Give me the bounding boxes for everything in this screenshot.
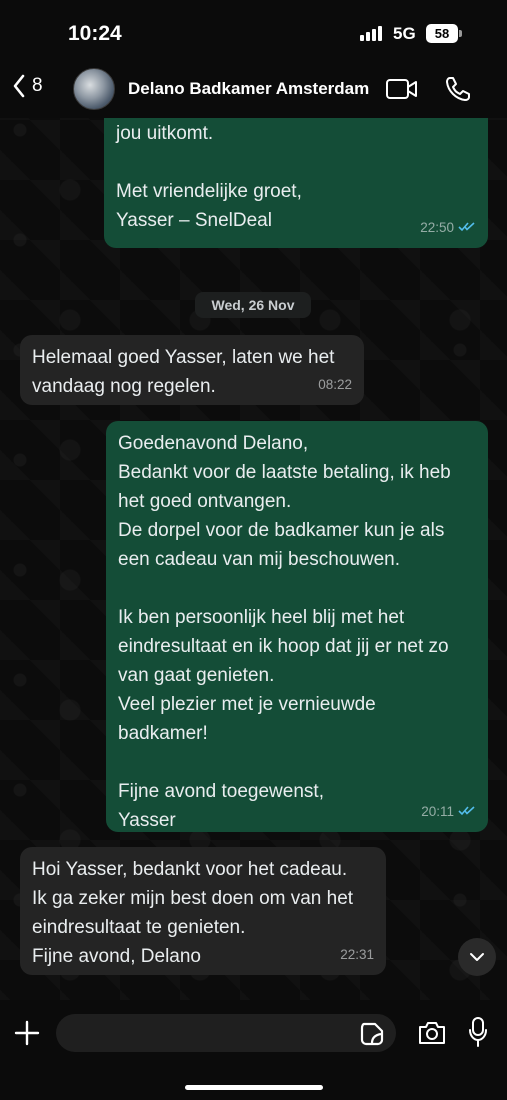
microphone-icon (469, 1017, 487, 1047)
chat-area[interactable]: Laat even weten welke dag en tijd voor j… (0, 0, 507, 1100)
unread-count: 8 (32, 75, 43, 96)
contact-name[interactable]: Delano Badkamer Amsterdam (128, 79, 369, 99)
message-text: Goedenavond Delano, Bedankt voor de laat… (118, 433, 451, 831)
status-time: 10:24 (68, 22, 122, 45)
message-time: 20:11 (421, 804, 454, 819)
sticker-icon (360, 1022, 384, 1046)
message-meta: 08:22 (318, 370, 352, 399)
plus-icon (14, 1020, 40, 1046)
network-type: 5G (393, 24, 416, 43)
message-outgoing[interactable]: Goedenavond Delano, Bedankt voor de laat… (106, 421, 488, 832)
sticker-button[interactable] (360, 1022, 384, 1051)
message-time: 22:50 (420, 220, 454, 235)
video-call-button[interactable] (385, 77, 419, 106)
voice-call-button[interactable] (444, 75, 472, 108)
message-time: 08:22 (318, 377, 352, 392)
back-button[interactable]: 8 (12, 74, 43, 98)
message-input[interactable] (56, 1014, 396, 1052)
message-incoming[interactable]: Helemaal goed Yasser, laten we het vanda… (20, 335, 364, 405)
chat-header: 8 Delano Badkamer Amsterdam (0, 60, 507, 118)
home-indicator (185, 1085, 323, 1090)
date-divider: Wed, 26 Nov (195, 292, 311, 318)
battery-tip (459, 30, 462, 37)
voice-message-button[interactable] (468, 1016, 488, 1053)
phone-icon (446, 77, 470, 101)
read-ticks-icon (458, 797, 476, 826)
message-incoming[interactable]: Hoi Yasser, bedankt voor het cadeau. Ik … (20, 847, 386, 975)
message-meta: 22:31 (340, 940, 374, 969)
attach-button[interactable] (14, 1020, 40, 1051)
video-call-icon (386, 79, 417, 99)
avatar[interactable] (73, 68, 115, 110)
back-chevron-icon (13, 74, 25, 98)
read-ticks-icon (458, 213, 476, 242)
scroll-down-button[interactable] (458, 938, 496, 976)
message-text: Helemaal goed Yasser, laten we het vanda… (32, 347, 335, 397)
signal-strength-icon (360, 26, 382, 41)
chevron-down-icon (470, 953, 484, 961)
message-time: 22:31 (340, 947, 374, 962)
camera-button[interactable] (417, 1020, 447, 1051)
message-text: Hoi Yasser, bedankt voor het cadeau. Ik … (32, 859, 354, 967)
message-meta: 22:50 (420, 213, 476, 242)
status-bar: 10:24 5G 58 (0, 0, 507, 60)
battery-icon: 58 (426, 24, 458, 43)
camera-icon (419, 1022, 445, 1044)
message-meta: 20:11 (421, 797, 476, 826)
